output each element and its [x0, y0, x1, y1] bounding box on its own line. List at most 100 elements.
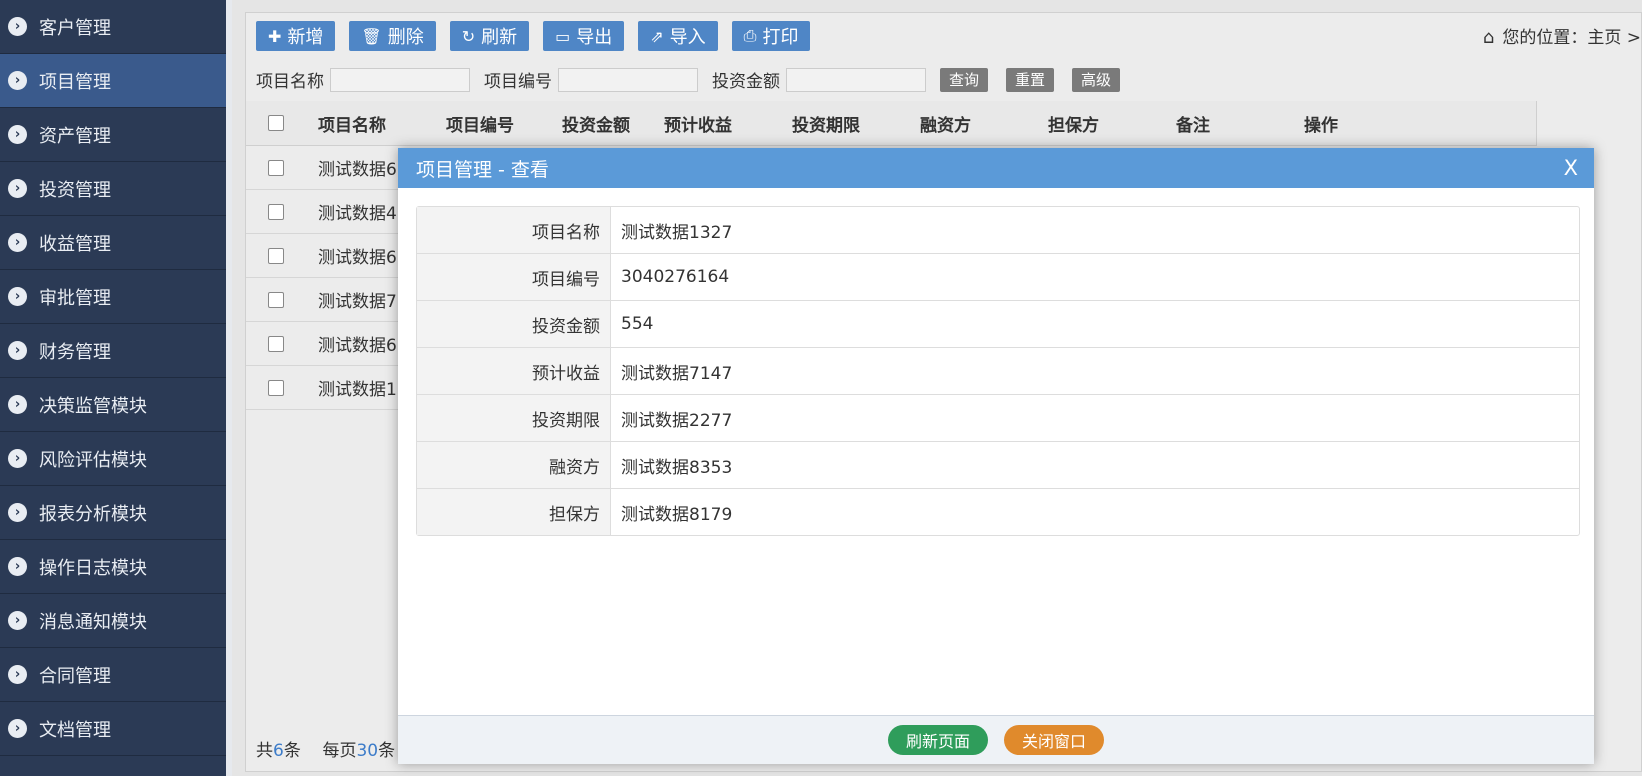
chevron-right-circle-icon: › [8, 287, 27, 306]
import-button[interactable]: ⇗ 导入 [638, 21, 718, 51]
sidebar-item-label: 合同管理 [39, 665, 111, 687]
sidebar-item-investments[interactable]: › 投资管理 [0, 162, 226, 216]
total-suffix: 条 [283, 741, 301, 761]
sidebar-item-operation-log[interactable]: › 操作日志模块 [0, 540, 226, 594]
sidebar-item-finance[interactable]: › 财务管理 [0, 324, 226, 378]
breadcrumb: ⌂ 您的位置：主页 > [1483, 23, 1641, 48]
add-button[interactable]: ✚ 新增 [256, 21, 336, 51]
field-value: 测试数据2277 [621, 410, 733, 431]
field-label: 担保方 [417, 489, 611, 535]
chevron-right-circle-icon: › [8, 179, 27, 198]
per-page-count[interactable]: 30 [356, 741, 378, 761]
sidebar-item-returns[interactable]: › 收益管理 [0, 216, 226, 270]
column-header[interactable]: 项目名称 [318, 101, 386, 145]
column-header[interactable]: 融资方 [920, 101, 971, 145]
cell-project-name: 测试数据68 [318, 160, 408, 180]
row-checkbox[interactable] [268, 159, 284, 176]
cell-project-name: 测试数据13 [318, 380, 408, 400]
detail-row: 融资方 测试数据8353 [417, 442, 1579, 489]
row-checkbox[interactable] [268, 379, 284, 396]
field-label: 投资期限 [417, 395, 611, 441]
sidebar-item-decision-monitoring[interactable]: › 决策监管模块 [0, 378, 226, 432]
close-window-button[interactable]: 关闭窗口 [1004, 725, 1105, 755]
delete-button[interactable]: 🗑 删除 [349, 21, 436, 51]
row-checkbox-cell [268, 278, 284, 321]
project-view-dialog: 项目管理 - 查看 X 项目名称 测试数据1327 项目编号 304027616… [398, 148, 1594, 764]
sidebar-item-customers[interactable]: › 客户管理 [0, 0, 226, 54]
breadcrumb-path[interactable]: 主页 > [1587, 28, 1641, 48]
export-button[interactable]: ▭ 导出 [543, 21, 625, 51]
sidebar-item-label: 客户管理 [39, 17, 111, 39]
dialog-header: 项目管理 - 查看 X [398, 148, 1594, 188]
query-button[interactable]: 查询 [940, 67, 989, 92]
row-checkbox[interactable] [268, 203, 284, 220]
cell-project-name: 测试数据62 [318, 336, 408, 356]
investment-amount-label: 投资金额 [712, 72, 780, 92]
trash-icon: 🗑 [361, 26, 382, 46]
cell-project-name: 测试数据77 [318, 292, 408, 312]
project-code-input[interactable] [558, 67, 698, 92]
dialog-footer: 刷新页面 关闭窗口 [398, 715, 1594, 764]
row-checkbox[interactable] [268, 291, 284, 308]
sidebar-item-label: 风险评估模块 [39, 449, 147, 471]
print-button[interactable]: ⎙ 打印 [731, 21, 811, 51]
refresh-icon: ↻ [461, 26, 476, 46]
delete-button-label: 删除 [387, 27, 424, 48]
print-button-label: 打印 [762, 27, 799, 48]
reset-button[interactable]: 重置 [1006, 67, 1055, 92]
chevron-right-circle-icon: › [8, 395, 27, 414]
row-checkbox[interactable] [268, 335, 284, 352]
sidebar-item-label: 决策监管模块 [39, 395, 147, 417]
folder-open-icon: ▭ [555, 26, 571, 46]
total-prefix: 共 [256, 741, 273, 761]
sidebar-item-notifications[interactable]: › 消息通知模块 [0, 594, 226, 648]
chevron-right-circle-icon: › [8, 125, 27, 144]
sidebar-item-label: 消息通知模块 [39, 611, 147, 633]
cell-project-name: 测试数据67 [318, 248, 408, 268]
row-checkbox[interactable] [268, 247, 284, 264]
refresh-page-button[interactable]: 刷新页面 [887, 725, 988, 755]
row-checkbox-cell [268, 190, 284, 233]
field-label: 项目编号 [417, 254, 611, 300]
sidebar-item-label: 收益管理 [39, 233, 111, 255]
per-page-suffix: 条 [378, 741, 396, 761]
dialog-title: 项目管理 - 查看 [416, 158, 549, 181]
field-value: 测试数据8353 [621, 457, 733, 478]
row-checkbox-cell [268, 366, 284, 409]
detail-row: 投资期限 测试数据2277 [417, 395, 1579, 442]
chevron-right-circle-icon: › [8, 557, 27, 576]
chevron-right-circle-icon: › [8, 71, 27, 90]
project-name-input[interactable] [330, 67, 470, 92]
advanced-button[interactable]: 高级 [1072, 67, 1121, 92]
sidebar-item-label: 项目管理 [39, 71, 111, 93]
column-header[interactable]: 投资金额 [562, 101, 630, 145]
project-name-label: 项目名称 [256, 72, 324, 92]
detail-row: 预计收益 测试数据7147 [417, 348, 1579, 395]
detail-row: 投资金额 554 [417, 301, 1579, 348]
column-header[interactable]: 担保方 [1048, 101, 1099, 145]
column-header[interactable]: 备注 [1176, 101, 1210, 145]
refresh-button[interactable]: ↻ 刷新 [449, 21, 530, 51]
sidebar-item-approvals[interactable]: › 审批管理 [0, 270, 226, 324]
sidebar-item-assets[interactable]: › 资产管理 [0, 108, 226, 162]
sidebar-item-label: 文档管理 [39, 719, 111, 741]
column-header[interactable]: 项目编号 [446, 101, 514, 145]
sidebar-item-contracts[interactable]: › 合同管理 [0, 648, 226, 702]
column-header[interactable]: 投资期限 [792, 101, 860, 145]
sidebar: › 客户管理 › 项目管理 › 资产管理 › 投资管理 › 收益管理 › 审批管理 › 财务管… [0, 0, 226, 776]
close-icon[interactable]: X [1564, 156, 1578, 180]
field-value: 测试数据8179 [621, 504, 733, 525]
column-header[interactable]: 预计收益 [664, 101, 732, 145]
field-label: 预计收益 [417, 348, 611, 394]
chevron-right-circle-icon: › [8, 719, 27, 738]
select-all-checkbox[interactable] [268, 115, 284, 131]
column-header[interactable]: 操作 [1304, 101, 1338, 145]
sidebar-item-label: 投资管理 [39, 179, 111, 201]
sidebar-item-label: 审批管理 [39, 287, 111, 309]
home-icon: ⌂ [1482, 27, 1495, 48]
sidebar-item-report-analysis[interactable]: › 报表分析模块 [0, 486, 226, 540]
sidebar-item-risk-assessment[interactable]: › 风险评估模块 [0, 432, 226, 486]
sidebar-item-projects[interactable]: › 项目管理 [0, 54, 226, 108]
sidebar-item-documents[interactable]: › 文档管理 [0, 702, 226, 756]
investment-amount-input[interactable] [786, 67, 926, 92]
